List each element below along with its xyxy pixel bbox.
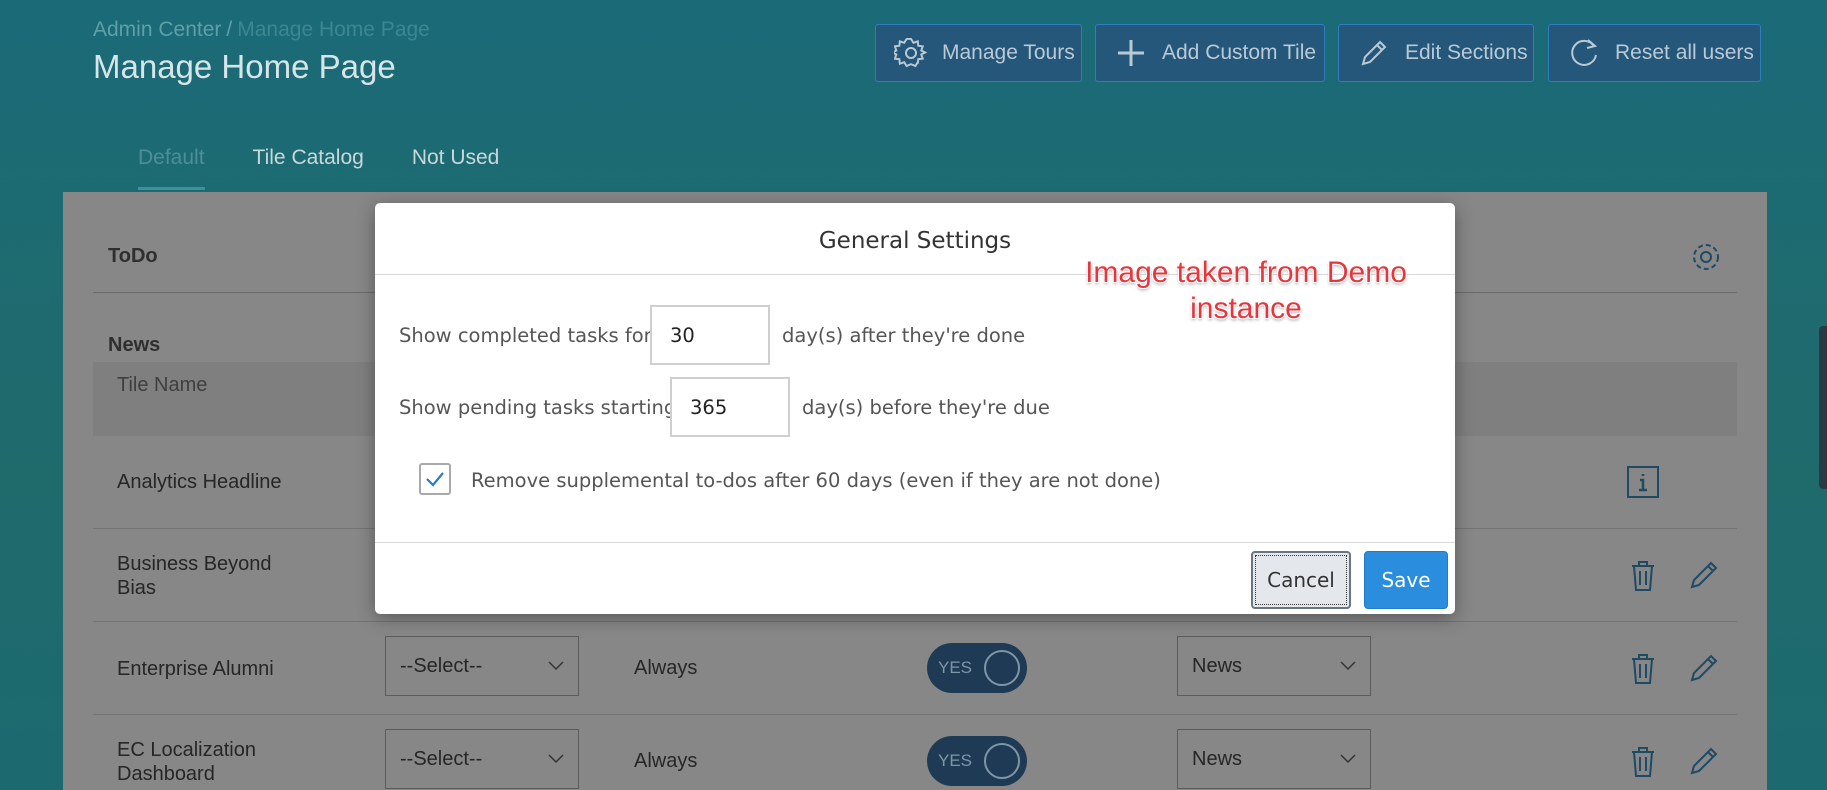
role-select[interactable]: --Select-- bbox=[385, 636, 579, 696]
reset-all-users-label: Reset all users bbox=[1615, 41, 1754, 64]
completed-tasks-label: Show completed tasks for bbox=[399, 324, 652, 347]
gear-icon bbox=[894, 37, 928, 68]
tab-default[interactable]: Default bbox=[138, 146, 205, 190]
breadcrumb-current: Manage Home Page bbox=[237, 18, 430, 41]
tab-tile-catalog[interactable]: Tile Catalog bbox=[253, 146, 364, 190]
tile-name: Analytics Headline bbox=[117, 471, 282, 493]
toggle-knob bbox=[984, 743, 1020, 779]
checkmark-icon bbox=[426, 472, 444, 487]
supplemental-todos-checkbox[interactable] bbox=[419, 463, 451, 495]
dialog-footer-divider bbox=[375, 542, 1455, 543]
toggle-knob bbox=[984, 650, 1020, 686]
tile-name: EC Localization Dashboard bbox=[117, 739, 256, 785]
watermark-line-2: instance bbox=[1190, 292, 1302, 325]
toggle-label: YES bbox=[938, 658, 973, 677]
pending-tasks-suffix: day(s) before they're due bbox=[802, 396, 1050, 419]
plus-icon bbox=[1118, 40, 1144, 66]
table-row: EC Localization Dashboard --Select-- Alw… bbox=[93, 715, 1737, 790]
manage-tours-label: Manage Tours bbox=[942, 41, 1075, 64]
info-icon[interactable] bbox=[1625, 464, 1661, 500]
edit-sections-button[interactable]: Edit Sections bbox=[1338, 24, 1534, 82]
breadcrumb-root-link[interactable]: Admin Center bbox=[93, 18, 221, 41]
edit-sections-label: Edit Sections bbox=[1405, 41, 1528, 64]
role-select[interactable]: --Select-- bbox=[385, 729, 579, 789]
pending-days-input[interactable] bbox=[670, 377, 790, 437]
pencil-icon bbox=[1361, 40, 1387, 66]
add-custom-tile-label: Add Custom Tile bbox=[1162, 41, 1317, 64]
refresh-icon bbox=[1571, 39, 1598, 66]
pending-tasks-label: Show pending tasks starting bbox=[399, 396, 677, 419]
breadcrumb: Admin Center / Manage Home Page bbox=[93, 18, 430, 42]
tab-not-used[interactable]: Not Used bbox=[412, 146, 500, 190]
reset-all-users-button[interactable]: Reset all users bbox=[1548, 24, 1761, 82]
todo-section-title: ToDo bbox=[108, 245, 158, 267]
breadcrumb-separator: / bbox=[226, 18, 233, 41]
cancel-button[interactable]: Cancel bbox=[1251, 551, 1351, 609]
section-select-value: News bbox=[1192, 747, 1243, 770]
chevron-down-icon bbox=[1340, 661, 1356, 671]
section-select[interactable]: News bbox=[1177, 729, 1371, 789]
save-button[interactable]: Save bbox=[1364, 551, 1448, 609]
table-row: Enterprise Alumni --Select-- Always YES … bbox=[93, 622, 1737, 715]
completed-tasks-suffix: day(s) after they're done bbox=[782, 324, 1026, 347]
scrollbar[interactable] bbox=[1819, 326, 1827, 489]
watermark-line-1: Image taken from Demo bbox=[1085, 256, 1407, 289]
tile-name: Enterprise Alumni bbox=[117, 658, 274, 680]
role-select-value: --Select-- bbox=[400, 747, 483, 770]
trash-icon[interactable] bbox=[1625, 743, 1661, 779]
trash-icon[interactable] bbox=[1625, 650, 1661, 686]
gear-icon[interactable] bbox=[1689, 240, 1723, 274]
add-custom-tile-button[interactable]: Add Custom Tile bbox=[1095, 24, 1325, 82]
chevron-down-icon bbox=[548, 661, 564, 671]
completed-days-input[interactable] bbox=[650, 305, 770, 365]
tab-bar: Default Tile Catalog Not Used bbox=[138, 146, 499, 190]
demo-watermark: Image taken from Demo instance bbox=[1058, 255, 1434, 327]
section-select-value: News bbox=[1192, 654, 1243, 677]
visibility-text: Always bbox=[634, 657, 698, 679]
tile-name: Business Beyond Bias bbox=[117, 553, 272, 599]
pencil-icon[interactable] bbox=[1686, 557, 1722, 593]
manage-tours-button[interactable]: Manage Tours bbox=[875, 24, 1082, 82]
visibility-toggle[interactable]: YES bbox=[927, 736, 1027, 786]
column-header-tile-name: Tile Name bbox=[117, 374, 208, 396]
chevron-down-icon bbox=[1340, 754, 1356, 764]
toggle-label: YES bbox=[938, 751, 973, 770]
role-select-value: --Select-- bbox=[400, 654, 483, 677]
pencil-icon[interactable] bbox=[1686, 650, 1722, 686]
trash-icon[interactable] bbox=[1625, 557, 1661, 593]
visibility-toggle[interactable]: YES bbox=[927, 643, 1027, 693]
chevron-down-icon bbox=[548, 754, 564, 764]
supplemental-todos-label: Remove supplemental to-dos after 60 days… bbox=[471, 469, 1161, 492]
news-section-title: News bbox=[108, 334, 161, 356]
pencil-icon[interactable] bbox=[1686, 743, 1722, 779]
page-title: Manage Home Page bbox=[93, 48, 396, 85]
section-select[interactable]: News bbox=[1177, 636, 1371, 696]
visibility-text: Always bbox=[634, 750, 698, 772]
dialog-title: General Settings bbox=[818, 228, 1012, 254]
